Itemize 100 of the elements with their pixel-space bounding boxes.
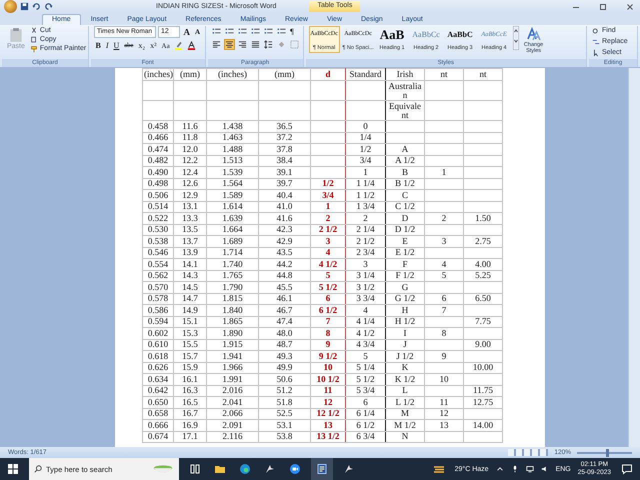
vertical-scrollbar[interactable] <box>628 68 640 447</box>
redo-icon[interactable] <box>44 2 53 11</box>
font-size-button[interactable]: A <box>182 27 192 37</box>
table-cell: 13.3 <box>182 212 198 223</box>
table-cell: 0.626 <box>148 362 168 372</box>
zoom-slider-thumb[interactable] <box>606 448 610 456</box>
table-cell: 42.3 <box>276 224 292 234</box>
highlighter-icon[interactable] <box>173 40 184 51</box>
table-cell: D <box>402 212 408 223</box>
table-cell: 3/4 <box>322 190 334 200</box>
table-cell: 7.75 <box>475 316 491 326</box>
format-button[interactable]: x² <box>148 40 158 50</box>
table-cell: L <box>402 385 408 396</box>
table-cell: E <box>402 236 408 246</box>
table-cell: 0.674 <box>148 431 168 442</box>
table-cell: 5 1/2 <box>356 374 375 384</box>
table-cell: C <box>402 190 408 200</box>
undo-icon[interactable] <box>32 2 41 11</box>
table-cell: 11 <box>440 396 448 407</box>
table-cell: 1.614 <box>222 201 243 212</box>
table-cell: 0.482 <box>148 155 168 166</box>
table-cell: 2.041 <box>222 396 243 407</box>
table-cell: 6 <box>442 293 446 304</box>
table-cell: 2 1/2 <box>318 224 338 234</box>
scissors-icon <box>30 26 38 34</box>
table-cell: 5 <box>442 270 446 280</box>
table-cell: 1.865 <box>222 316 243 326</box>
chevron-up-icon[interactable] <box>496 465 504 473</box>
show-formatting-button[interactable]: ¶ <box>288 26 296 36</box>
document-app-icon[interactable] <box>311 458 333 480</box>
table-cell: 51.8 <box>276 396 292 407</box>
column-header: (inches) <box>218 69 247 79</box>
table-cell: 44.8 <box>276 270 292 280</box>
table-cell: G <box>402 282 408 292</box>
gallery-scroll-icon[interactable] <box>512 26 519 50</box>
table-cell: 1.966 <box>222 362 243 372</box>
table-cell: 0.538 <box>148 236 168 246</box>
table-cell: 2 <box>363 212 368 223</box>
table-cell: 10 <box>440 374 448 384</box>
table-cell: 0.546 <box>148 247 168 258</box>
paintbrush-icon <box>30 44 38 52</box>
table-cell: 3 1/4 <box>356 270 375 280</box>
table-cell: 0.586 <box>148 304 168 315</box>
table-cell: A <box>402 144 408 154</box>
table-cell: 2.066 <box>222 408 243 418</box>
format-button[interactable]: x₂ <box>136 40 147 50</box>
close-icon[interactable] <box>624 2 636 12</box>
table-cell: 10 <box>324 362 332 372</box>
table-cell: 1.539 <box>222 166 243 177</box>
save-icon[interactable] <box>20 2 29 11</box>
table-cell: 4 3/4 <box>356 339 375 350</box>
table-cell: 9.00 <box>475 339 491 350</box>
column-header: Equivalent <box>388 102 422 120</box>
table-cell: 41.6 <box>276 212 292 223</box>
table-cell: M <box>400 408 409 418</box>
table-cell: 9 <box>442 350 446 361</box>
align-icon[interactable] <box>210 39 222 50</box>
speaker-icon[interactable] <box>540 465 549 473</box>
table-cell: C 1/2 <box>395 201 415 212</box>
table-cell: 3 <box>442 236 446 246</box>
table-cell: 0.634 <box>148 374 168 384</box>
table-cell: 5 1/2 <box>318 282 338 292</box>
table-cell: 6 <box>363 396 368 407</box>
table-cell: 6 <box>326 293 330 304</box>
align-icon[interactable] <box>224 39 235 50</box>
table-cell: 0.602 <box>148 328 168 338</box>
format-button[interactable]: B <box>94 40 102 50</box>
table-cell: 15.9 <box>182 362 198 372</box>
table-cell: 6.50 <box>475 293 491 304</box>
table-cell: 13 1/2 <box>316 431 340 442</box>
table-cell: 1.564 <box>222 178 243 188</box>
align-icon[interactable] <box>250 39 261 50</box>
table-cell: 1.991 <box>222 374 243 384</box>
table-cell: 1.488 <box>222 144 243 154</box>
table-cell: 16.9 <box>182 420 198 430</box>
table-cell: 6 1/2 <box>318 304 338 315</box>
table-cell: 16.5 <box>182 396 198 407</box>
table-cell: 2 <box>326 212 330 223</box>
table-cell: G 1/2 <box>394 293 416 304</box>
table-cell: 4 1/4 <box>356 316 375 326</box>
table-cell: 11.75 <box>473 385 493 396</box>
network-icon[interactable] <box>526 465 534 473</box>
table-cell: 16.7 <box>182 408 198 418</box>
format-button[interactable]: I <box>104 40 110 50</box>
table-cell: 2 1/4 <box>356 224 375 234</box>
maximize-icon[interactable] <box>597 2 609 12</box>
table-cell: 0.658 <box>148 408 168 418</box>
table-cell: 13.9 <box>182 247 198 258</box>
table-cell: 37.2 <box>276 132 292 142</box>
table-cell: 10 1/2 <box>316 374 340 384</box>
align-icon[interactable] <box>236 39 248 50</box>
table-cell: 4 <box>442 258 446 269</box>
line-spacing-icon[interactable] <box>262 39 274 50</box>
table-cell: 0.506 <box>148 190 168 200</box>
table-cell: M 1/2 <box>394 420 416 430</box>
table-cell: L 1/2 <box>396 396 414 407</box>
table-cell: 2.091 <box>222 420 243 430</box>
format-button[interactable]: U <box>112 40 121 50</box>
table-cell: 44.2 <box>276 258 292 269</box>
font-color-icon[interactable] <box>186 40 198 51</box>
